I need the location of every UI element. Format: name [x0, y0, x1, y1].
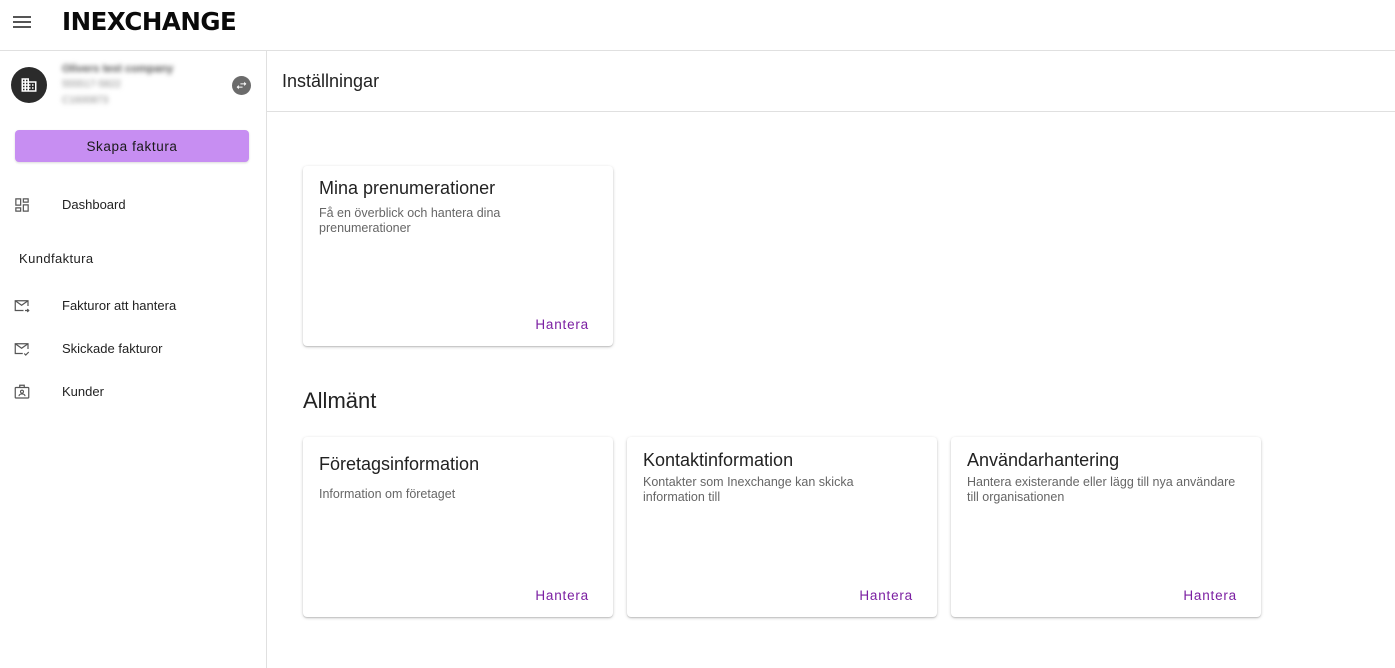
manage-contact-information-button[interactable]: Hantera [859, 588, 913, 603]
sidebar-item-label: Dashboard [62, 197, 126, 212]
sidebar-item-label: Kunder [62, 384, 104, 399]
sidebar-item-sent-invoices[interactable]: Skickade fakturor [0, 332, 266, 366]
company-info: Olivers test company 555517-5822 C160087… [62, 61, 212, 109]
sidebar-item-invoices-to-handle[interactable]: Fakturor att hantera [0, 289, 266, 323]
card-title: Företagsinformation [319, 454, 480, 474]
card-title: Kontaktinformation [643, 450, 794, 470]
create-invoice-button[interactable]: Skapa faktura [15, 130, 249, 162]
company-id: C1600873 [62, 95, 109, 106]
company-information-card: Företagsinformation Information om föret… [303, 437, 613, 617]
sidebar-item-customers[interactable]: Kunder [0, 375, 266, 409]
sidebar: Olivers test company 555517-5822 C160087… [0, 51, 267, 668]
swap-icon[interactable] [232, 76, 251, 95]
inexchange-logo[interactable]: INEXCHANGE [62, 7, 237, 36]
subscriptions-card: Mina prenumerationer Få en överblick och… [303, 166, 613, 346]
manage-subscriptions-button[interactable]: Hantera [535, 317, 589, 332]
user-management-card: Användarhantering Hantera existerande el… [951, 437, 1261, 617]
mail-forward-icon [12, 297, 32, 315]
main-header: Inställningar [267, 51, 1395, 112]
top-app-bar: INEXCHANGE [0, 0, 1395, 51]
mail-check-icon [12, 340, 32, 358]
card-description: Information om företaget [319, 487, 456, 501]
company-org-number: 555517-5822 [62, 79, 121, 90]
contact-card-icon [12, 383, 32, 401]
manage-users-button[interactable]: Hantera [1183, 588, 1237, 603]
card-title: Användarhantering [967, 450, 1120, 470]
company-name: Olivers test company [62, 63, 174, 75]
hamburger-menu-icon[interactable] [12, 12, 32, 32]
card-title: Mina prenumerationer [319, 178, 496, 198]
section-title-kundfaktura: Kundfaktura [19, 251, 94, 266]
card-description: Hantera existerande eller lägg till nya … [967, 475, 1236, 504]
dashboard-icon [12, 196, 32, 214]
section-heading-general: Allmänt [303, 388, 377, 413]
page-title: Inställningar [282, 71, 380, 91]
building-icon [11, 67, 47, 103]
contact-information-card: Kontaktinformation Kontakter som Inexcha… [627, 437, 937, 617]
card-description: Kontakter som Inexchange kan skicka info… [643, 475, 854, 504]
sidebar-item-dashboard[interactable]: Dashboard [0, 188, 266, 222]
sidebar-item-label: Skickade fakturor [62, 341, 163, 356]
card-description: Få en överblick och hantera dina prenume… [319, 206, 501, 235]
manage-company-information-button[interactable]: Hantera [535, 588, 589, 603]
sidebar-item-label: Fakturor att hantera [62, 298, 177, 313]
